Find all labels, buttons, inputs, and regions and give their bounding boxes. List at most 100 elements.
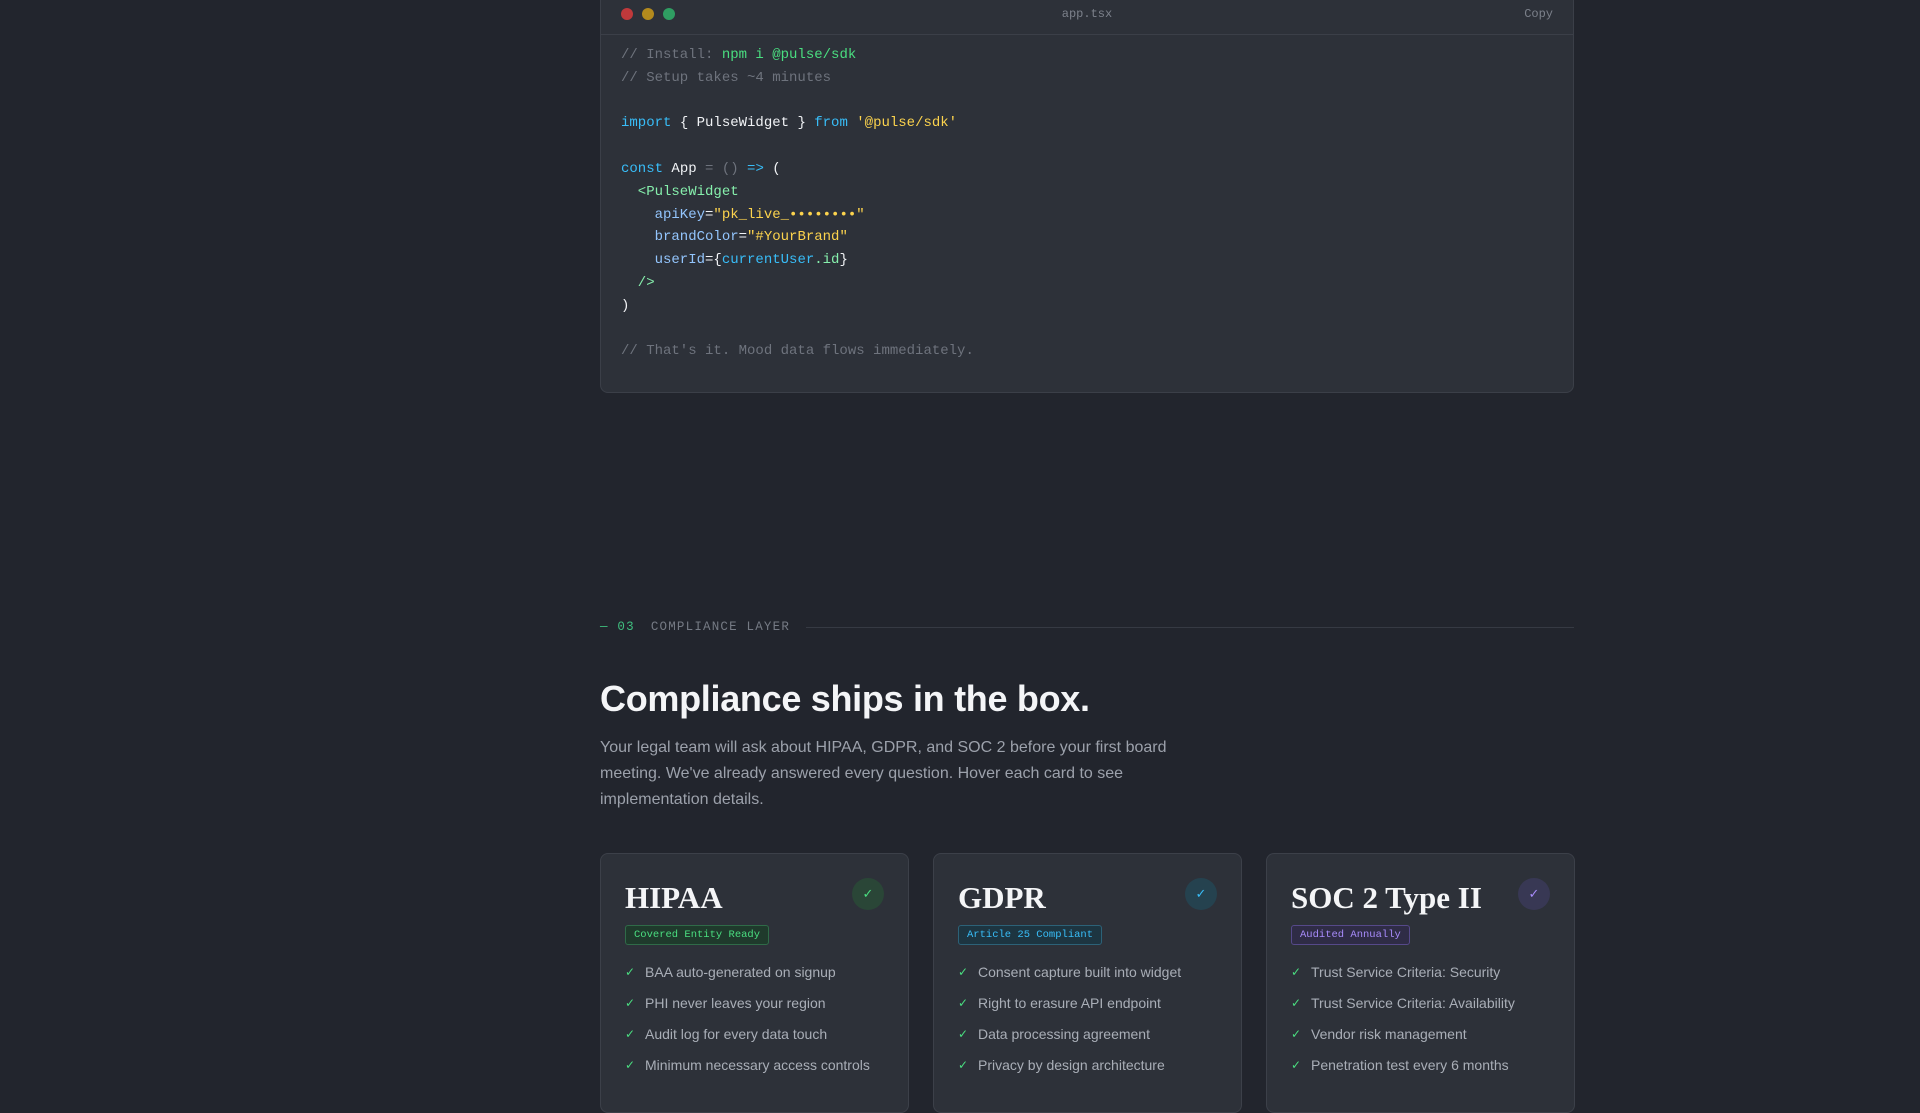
feature-text: Data processing agreement	[978, 1026, 1150, 1042]
code-token: .id	[814, 252, 840, 269]
list-item: ✓ BAA auto-generated on signup	[625, 963, 884, 994]
card-badge: Covered Entity Ready	[625, 925, 770, 945]
code-token: =>	[747, 160, 764, 177]
card-badge: Article 25 Compliant	[958, 925, 1103, 945]
card-badge: Audited Annually	[1291, 925, 1410, 945]
code-line: <PulseWidget	[621, 181, 1553, 204]
check-icon: ✓	[1185, 878, 1217, 910]
feature-text: PHI never leaves your region	[645, 995, 826, 1011]
code-line: // That's it. Mood data flows immediatel…	[621, 340, 1553, 363]
code-token: }	[839, 252, 848, 269]
code-token: brandColor	[621, 229, 739, 246]
list-item: ✓ Consent capture built into widget	[958, 963, 1217, 994]
code-token: const	[621, 160, 664, 177]
feature-text: Minimum necessary access controls	[645, 1057, 870, 1073]
code-token: userId	[621, 252, 706, 269]
feature-text: Vendor risk management	[1311, 1026, 1467, 1042]
feature-text: BAA auto-generated on signup	[645, 964, 836, 980]
section-number: — 03	[600, 620, 635, 634]
compliance-card-hipaa[interactable]: HIPAA ✓ Covered Entity Ready ✓ BAA auto-g…	[600, 853, 909, 1113]
code-token: "#YourBrand"	[747, 229, 848, 246]
code-token: from	[814, 115, 848, 132]
code-token: // That's it. Mood data flows immediatel…	[621, 343, 974, 360]
code-line: brandColor="#YourBrand"	[621, 226, 1553, 249]
code-token: // Setup takes ~4 minutes	[621, 69, 832, 86]
list-item: ✓ Minimum necessary access controls	[625, 1056, 884, 1087]
feature-text: Penetration test every 6 months	[1311, 1057, 1509, 1073]
check-icon: ✓	[625, 996, 636, 1010]
feature-text: Right to erasure API endpoint	[978, 995, 1161, 1011]
code-line: />	[621, 272, 1553, 295]
compliance-card-soc2[interactable]: SOC 2 Type II ✓ Audited Annually ✓ Trust …	[1266, 853, 1575, 1113]
check-icon: ✓	[958, 1027, 969, 1041]
code-line: import { PulseWidget } from '@pulse/sdk'	[621, 112, 1553, 135]
code-titlebar: app.tsx Copy	[601, 0, 1573, 35]
card-title: HIPAA	[625, 880, 723, 915]
check-icon: ✓	[625, 965, 636, 979]
code-token: apiKey	[621, 206, 706, 223]
code-snippet: // Install: npm i @pulse/sdk // Setup tak…	[601, 35, 1573, 363]
check-icon: ✓	[1291, 1027, 1302, 1041]
list-item: ✓ PHI never leaves your region	[625, 994, 884, 1025]
code-token: />	[621, 274, 655, 291]
code-token: (	[763, 160, 781, 177]
code-token: )	[621, 297, 630, 314]
check-icon: ✓	[625, 1027, 636, 1041]
code-line: userId={currentUser.id}	[621, 249, 1553, 272]
feature-text: Trust Service Criteria: Availability	[1311, 995, 1515, 1011]
check-icon: ✓	[1291, 965, 1302, 979]
section-label: — 03 COMPLIANCE LAYER	[600, 620, 1574, 634]
check-icon: ✓	[958, 965, 969, 979]
feature-list: ✓ Trust Service Criteria: Security ✓ Trust…	[1291, 963, 1550, 1087]
list-item: ✓ Vendor risk management	[1291, 1025, 1550, 1056]
list-item: ✓ Audit log for every data touch	[625, 1025, 884, 1056]
list-item: ✓ Trust Service Criteria: Availability	[1291, 994, 1550, 1025]
code-line: const App = () => (	[621, 158, 1553, 181]
check-icon: ✓	[852, 878, 884, 910]
section-title: COMPLIANCE LAYER	[650, 620, 791, 634]
code-line: )	[621, 295, 1553, 318]
code-line: // Setup takes ~4 minutes	[621, 67, 1553, 90]
code-token: ={	[705, 252, 722, 269]
check-icon: ✓	[1518, 878, 1550, 910]
check-icon: ✓	[1291, 996, 1302, 1010]
card-title: GDPR	[958, 880, 1046, 915]
copy-button[interactable]: Copy	[1524, 7, 1553, 21]
feature-text: Trust Service Criteria: Security	[1311, 964, 1501, 980]
feature-text: Consent capture built into widget	[978, 964, 1182, 980]
code-token: import	[621, 115, 672, 132]
list-item: ✓ Right to erasure API endpoint	[958, 994, 1217, 1025]
feature-text: Privacy by design architecture	[978, 1057, 1165, 1073]
code-token: "pk_live_••••••••"	[713, 206, 865, 223]
check-icon: ✓	[958, 1058, 969, 1072]
list-item: ✓ Privacy by design architecture	[958, 1056, 1217, 1087]
section-lede: Your legal team will ask about HIPAA, GD…	[600, 739, 1167, 808]
list-item: ✓ Penetration test every 6 months	[1291, 1056, 1550, 1087]
section-divider	[806, 626, 1574, 628]
code-filename: app.tsx	[1061, 7, 1113, 21]
code-token: = ()	[705, 160, 748, 177]
check-icon: ✓	[958, 996, 969, 1010]
feature-list: ✓ BAA auto-generated on signup ✓ PHI never…	[625, 963, 884, 1087]
code-window: app.tsx Copy // Install: npm i @pulse/sd…	[600, 0, 1574, 393]
code-token: '@pulse/sdk'	[856, 115, 958, 132]
check-icon: ✓	[1291, 1058, 1302, 1072]
code-token: App	[663, 160, 706, 177]
feature-text: Audit log for every data touch	[645, 1026, 828, 1042]
code-line: // Install: npm i @pulse/sdk	[621, 44, 1553, 67]
check-icon: ✓	[625, 1058, 636, 1072]
code-token: currentUser	[721, 252, 815, 269]
list-item: ✓ Trust Service Criteria: Security	[1291, 963, 1550, 994]
code-token: <PulseWidget	[621, 183, 739, 200]
code-line: apiKey="pk_live_••••••••"	[621, 204, 1553, 227]
code-token: npm i @pulse/sdk	[721, 47, 857, 63]
code-token: =	[738, 229, 748, 246]
list-item: ✓ Data processing agreement	[958, 1025, 1217, 1056]
compliance-card-gdpr[interactable]: GDPR ✓ Article 25 Compliant ✓ Consent cap…	[933, 853, 1242, 1113]
section-headline: Compliance ships in the box.	[600, 678, 1090, 719]
feature-list: ✓ Consent capture built into widget ✓ Righ…	[958, 963, 1217, 1087]
